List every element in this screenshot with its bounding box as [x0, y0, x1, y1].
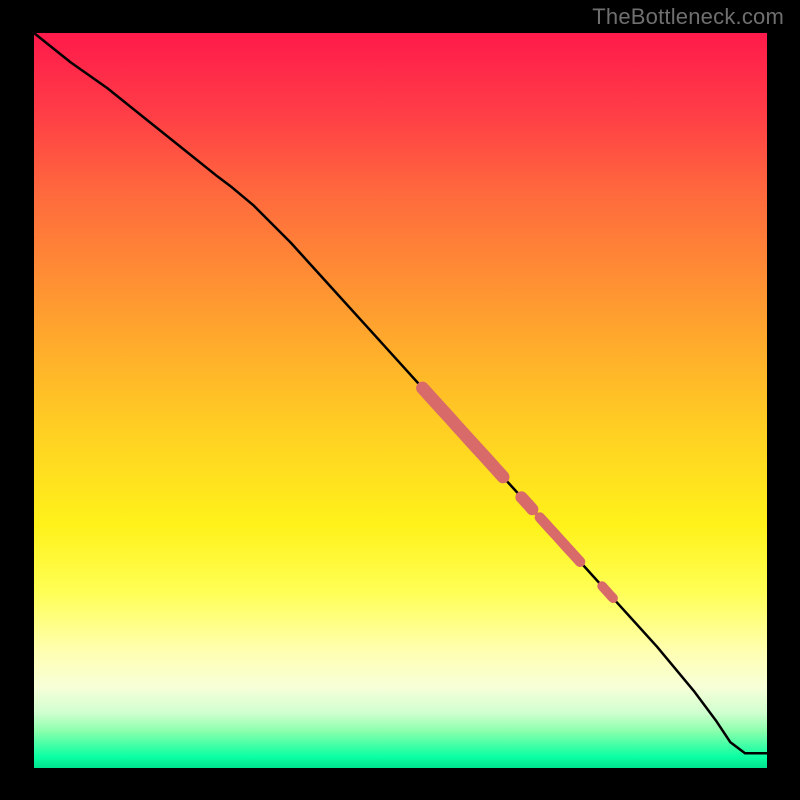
watermark-text: TheBottleneck.com [592, 4, 784, 30]
plot-area [34, 33, 767, 768]
chart-stage: TheBottleneck.com [0, 0, 800, 800]
